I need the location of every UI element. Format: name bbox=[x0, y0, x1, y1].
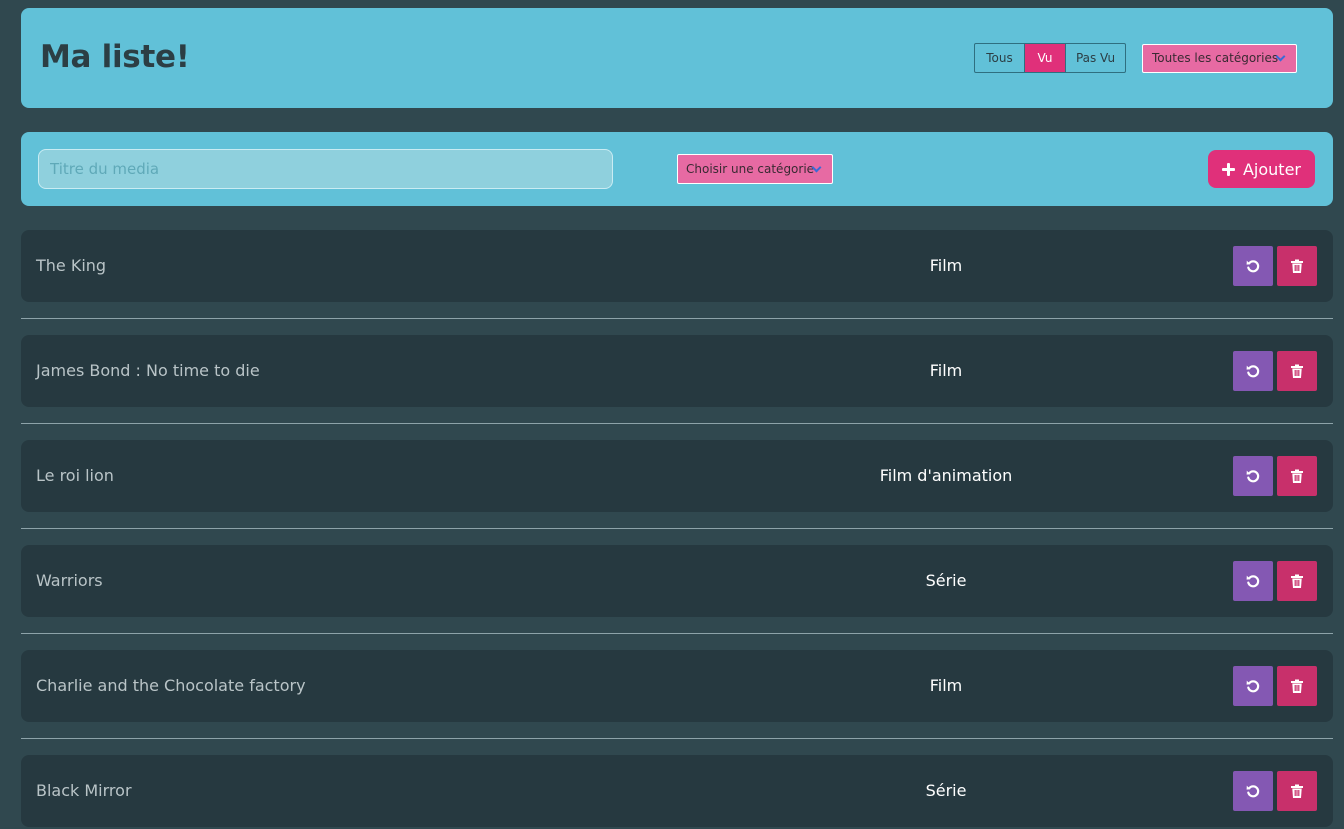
revert-button[interactable] bbox=[1233, 246, 1273, 286]
media-title-input[interactable] bbox=[38, 149, 613, 189]
media-title: James Bond : No time to die bbox=[36, 361, 260, 380]
row-divider bbox=[21, 423, 1333, 424]
delete-button[interactable] bbox=[1277, 351, 1317, 391]
row-divider bbox=[21, 738, 1333, 739]
trash-icon bbox=[1291, 364, 1303, 378]
filter-unseen-button[interactable]: Pas Vu bbox=[1065, 44, 1125, 72]
delete-button[interactable] bbox=[1277, 666, 1317, 706]
page-title: Ma liste! bbox=[40, 39, 190, 75]
undo-icon bbox=[1246, 680, 1260, 693]
row-divider bbox=[21, 528, 1333, 529]
media-item: Warriors Série bbox=[21, 545, 1333, 617]
trash-icon bbox=[1291, 679, 1303, 693]
delete-button[interactable] bbox=[1277, 246, 1317, 286]
undo-icon bbox=[1246, 575, 1260, 588]
header-bar: Ma liste! Tous Vu Pas Vu Toutes les caté… bbox=[21, 8, 1333, 108]
trash-icon bbox=[1291, 784, 1303, 798]
delete-button[interactable] bbox=[1277, 771, 1317, 811]
undo-icon bbox=[1246, 260, 1260, 273]
media-item: Black Mirror Série bbox=[21, 755, 1333, 827]
row-divider bbox=[21, 318, 1333, 319]
revert-button[interactable] bbox=[1233, 771, 1273, 811]
media-title: Warriors bbox=[36, 571, 103, 590]
revert-button[interactable] bbox=[1233, 561, 1273, 601]
revert-button[interactable] bbox=[1233, 666, 1273, 706]
media-title: Charlie and the Chocolate factory bbox=[36, 676, 306, 695]
category-select[interactable]: Choisir une catégorie bbox=[677, 154, 833, 184]
filter-seen-button[interactable]: Vu bbox=[1025, 44, 1065, 72]
media-category: Film d'animation bbox=[879, 466, 1013, 485]
media-category: Film bbox=[929, 256, 963, 275]
media-item: Charlie and the Chocolate factory Film bbox=[21, 650, 1333, 722]
trash-icon bbox=[1291, 574, 1303, 588]
undo-icon bbox=[1246, 785, 1260, 798]
media-category: Film bbox=[929, 361, 963, 380]
media-item: The King Film bbox=[21, 230, 1333, 302]
category-select-label: Choisir une catégorie bbox=[686, 162, 815, 176]
seen-filter-group: Tous Vu Pas Vu bbox=[974, 43, 1126, 73]
add-media-form: Choisir une catégorie Ajouter bbox=[21, 132, 1333, 206]
category-filter-select[interactable]: Toutes les catégories bbox=[1142, 44, 1297, 73]
trash-icon bbox=[1291, 469, 1303, 483]
filter-all-button[interactable]: Tous bbox=[975, 44, 1025, 72]
row-divider bbox=[21, 633, 1333, 634]
plus-icon bbox=[1221, 162, 1235, 176]
media-item: James Bond : No time to die Film bbox=[21, 335, 1333, 407]
delete-button[interactable] bbox=[1277, 561, 1317, 601]
add-button[interactable]: Ajouter bbox=[1208, 150, 1315, 188]
category-filter-label: Toutes les catégories bbox=[1152, 51, 1279, 65]
revert-button[interactable] bbox=[1233, 456, 1273, 496]
undo-icon bbox=[1246, 470, 1260, 483]
undo-icon bbox=[1246, 365, 1260, 378]
media-category: Série bbox=[925, 571, 967, 590]
media-category: Série bbox=[925, 781, 967, 800]
delete-button[interactable] bbox=[1277, 456, 1317, 496]
media-title: Black Mirror bbox=[36, 781, 132, 800]
media-category: Film bbox=[929, 676, 963, 695]
media-title: Le roi lion bbox=[36, 466, 114, 485]
media-item: Le roi lion Film d'animation bbox=[21, 440, 1333, 512]
add-button-label: Ajouter bbox=[1242, 159, 1301, 179]
media-title: The King bbox=[36, 256, 107, 275]
revert-button[interactable] bbox=[1233, 351, 1273, 391]
trash-icon bbox=[1291, 259, 1303, 273]
